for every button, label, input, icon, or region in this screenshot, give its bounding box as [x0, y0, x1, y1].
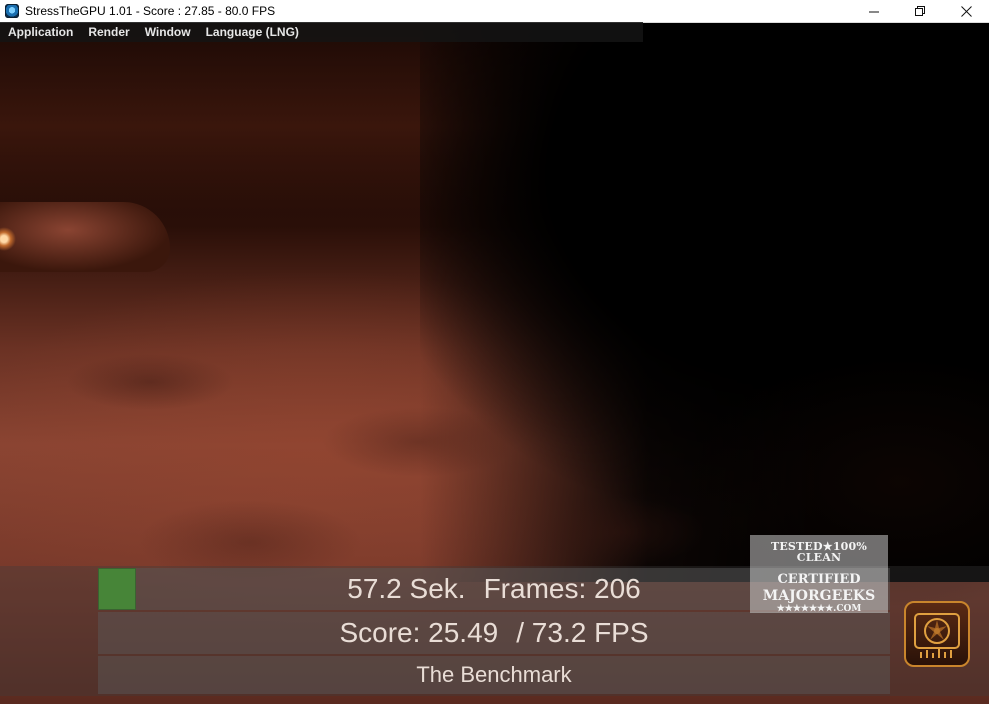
gpu-app-icon — [5, 4, 19, 18]
minimize-button[interactable] — [851, 0, 897, 22]
menu-window[interactable]: Window — [139, 25, 197, 39]
score-value: Score: 25.49 — [339, 617, 499, 648]
app-logo-button[interactable] — [904, 601, 970, 667]
frame-count: Frames: 206 — [483, 573, 641, 604]
rock-ledge — [0, 202, 170, 272]
menu-application[interactable]: Application — [2, 25, 79, 39]
menu-render[interactable]: Render — [82, 25, 135, 39]
window-title: StressTheGPU 1.01 - Score : 27.85 - 80.0… — [25, 4, 276, 18]
gpu-fan-logo-icon — [914, 613, 960, 658]
watermark-line-4: ★★★★★★★.COM — [776, 604, 862, 614]
restore-icon — [914, 5, 925, 16]
benchmark-mode-label: The Benchmark — [416, 662, 572, 687]
watermark-line-1: TESTED★100% CLEAN — [770, 540, 868, 564]
watermark-line-3: MAJORGEEKS — [762, 588, 876, 604]
window-title-bar: StressTheGPU 1.01 - Score : 27.85 - 80.0… — [0, 0, 989, 23]
hud-score-fps: Score: 25.49 / 73.2 FPS — [98, 612, 890, 654]
fps-value: / 73.2 FPS — [516, 617, 649, 648]
menu-language[interactable]: Language (LNG) — [200, 25, 305, 39]
window-controls — [851, 0, 989, 22]
watermark-line-2: CERTIFIED — [777, 572, 861, 587]
menu-bar: Application Render Window Language (LNG) — [0, 22, 643, 42]
hud-mode: The Benchmark — [98, 656, 890, 694]
close-button[interactable] — [943, 0, 989, 22]
minimize-icon — [868, 11, 879, 12]
close-icon — [960, 5, 972, 17]
restore-button[interactable] — [897, 0, 943, 22]
majorgeeks-watermark: TESTED★100% CLEAN CERTIFIED MAJORGEEKS ★… — [750, 535, 888, 614]
elapsed-time: 57.2 Sek. — [347, 573, 466, 604]
